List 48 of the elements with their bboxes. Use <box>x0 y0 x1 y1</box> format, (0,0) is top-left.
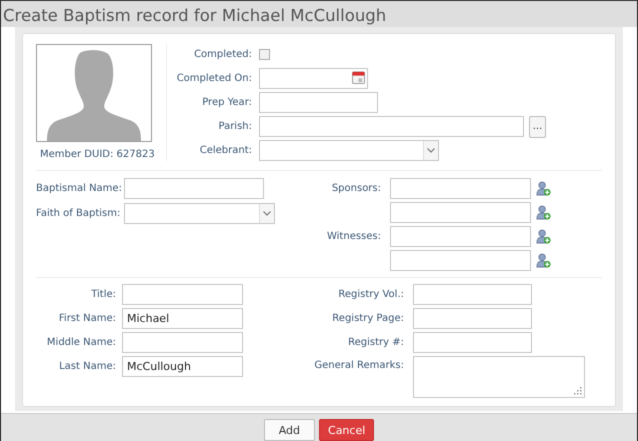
text-field[interactable] <box>413 332 532 353</box>
field-label: Middle Name: <box>46 336 116 349</box>
text-field[interactable] <box>122 284 243 305</box>
field-label: Title: <box>90 288 116 301</box>
field-label: Parish: <box>217 120 252 133</box>
chevron-down-icon <box>263 211 271 216</box>
field-label: Last Name: <box>58 360 116 373</box>
text-field[interactable] <box>122 332 243 353</box>
text-field[interactable] <box>390 202 531 223</box>
text-field[interactable] <box>259 116 524 137</box>
field-label: Registry Vol.: <box>337 288 404 301</box>
completed-checkbox[interactable] <box>259 49 270 60</box>
field-label: Completed: <box>193 48 252 61</box>
field-label: First Name: <box>58 312 116 325</box>
browse-button[interactable]: ... <box>529 116 546 138</box>
text-field[interactable] <box>124 178 264 199</box>
calendar-icon[interactable] <box>352 71 365 84</box>
field-label: Prep Year: <box>201 96 252 109</box>
resize-grip-icon[interactable] <box>574 387 582 395</box>
text-field[interactable] <box>413 308 532 329</box>
date-field[interactable] <box>259 68 368 89</box>
cancel-button[interactable]: Cancel <box>319 419 374 441</box>
dropdown[interactable] <box>124 203 275 224</box>
add-person-icon[interactable] <box>536 181 551 196</box>
text-field[interactable] <box>390 178 531 199</box>
text-field[interactable] <box>390 226 531 247</box>
field-label: Registry #: <box>347 336 404 349</box>
text-field[interactable] <box>259 92 378 113</box>
text-field[interactable] <box>390 250 531 271</box>
chevron-down-icon <box>427 148 435 153</box>
add-person-icon[interactable] <box>536 229 551 244</box>
field-label: Completed On: <box>176 72 252 85</box>
member-id: Member DUID: 627823 <box>40 149 155 160</box>
add-person-icon[interactable] <box>536 205 551 220</box>
field-label: Sponsors: <box>330 182 381 195</box>
remarks-textarea[interactable] <box>413 356 585 398</box>
dropdown[interactable] <box>259 140 439 161</box>
field-label: General Remarks: <box>313 359 404 372</box>
field-label: Witnesses: <box>326 230 381 243</box>
text-field[interactable] <box>413 284 532 305</box>
field-label: Registry Page: <box>331 312 404 325</box>
field-label: Celebrant: <box>198 144 252 157</box>
field-label: Faith of Baptism: <box>36 207 118 220</box>
text-field[interactable]: McCullough <box>122 356 243 377</box>
text-field[interactable]: Michael <box>122 308 243 329</box>
add-button[interactable]: Add <box>264 419 316 441</box>
dialog-title: Create Baptism record for Michael McCullough <box>2 5 386 27</box>
add-person-icon[interactable] <box>536 253 551 268</box>
